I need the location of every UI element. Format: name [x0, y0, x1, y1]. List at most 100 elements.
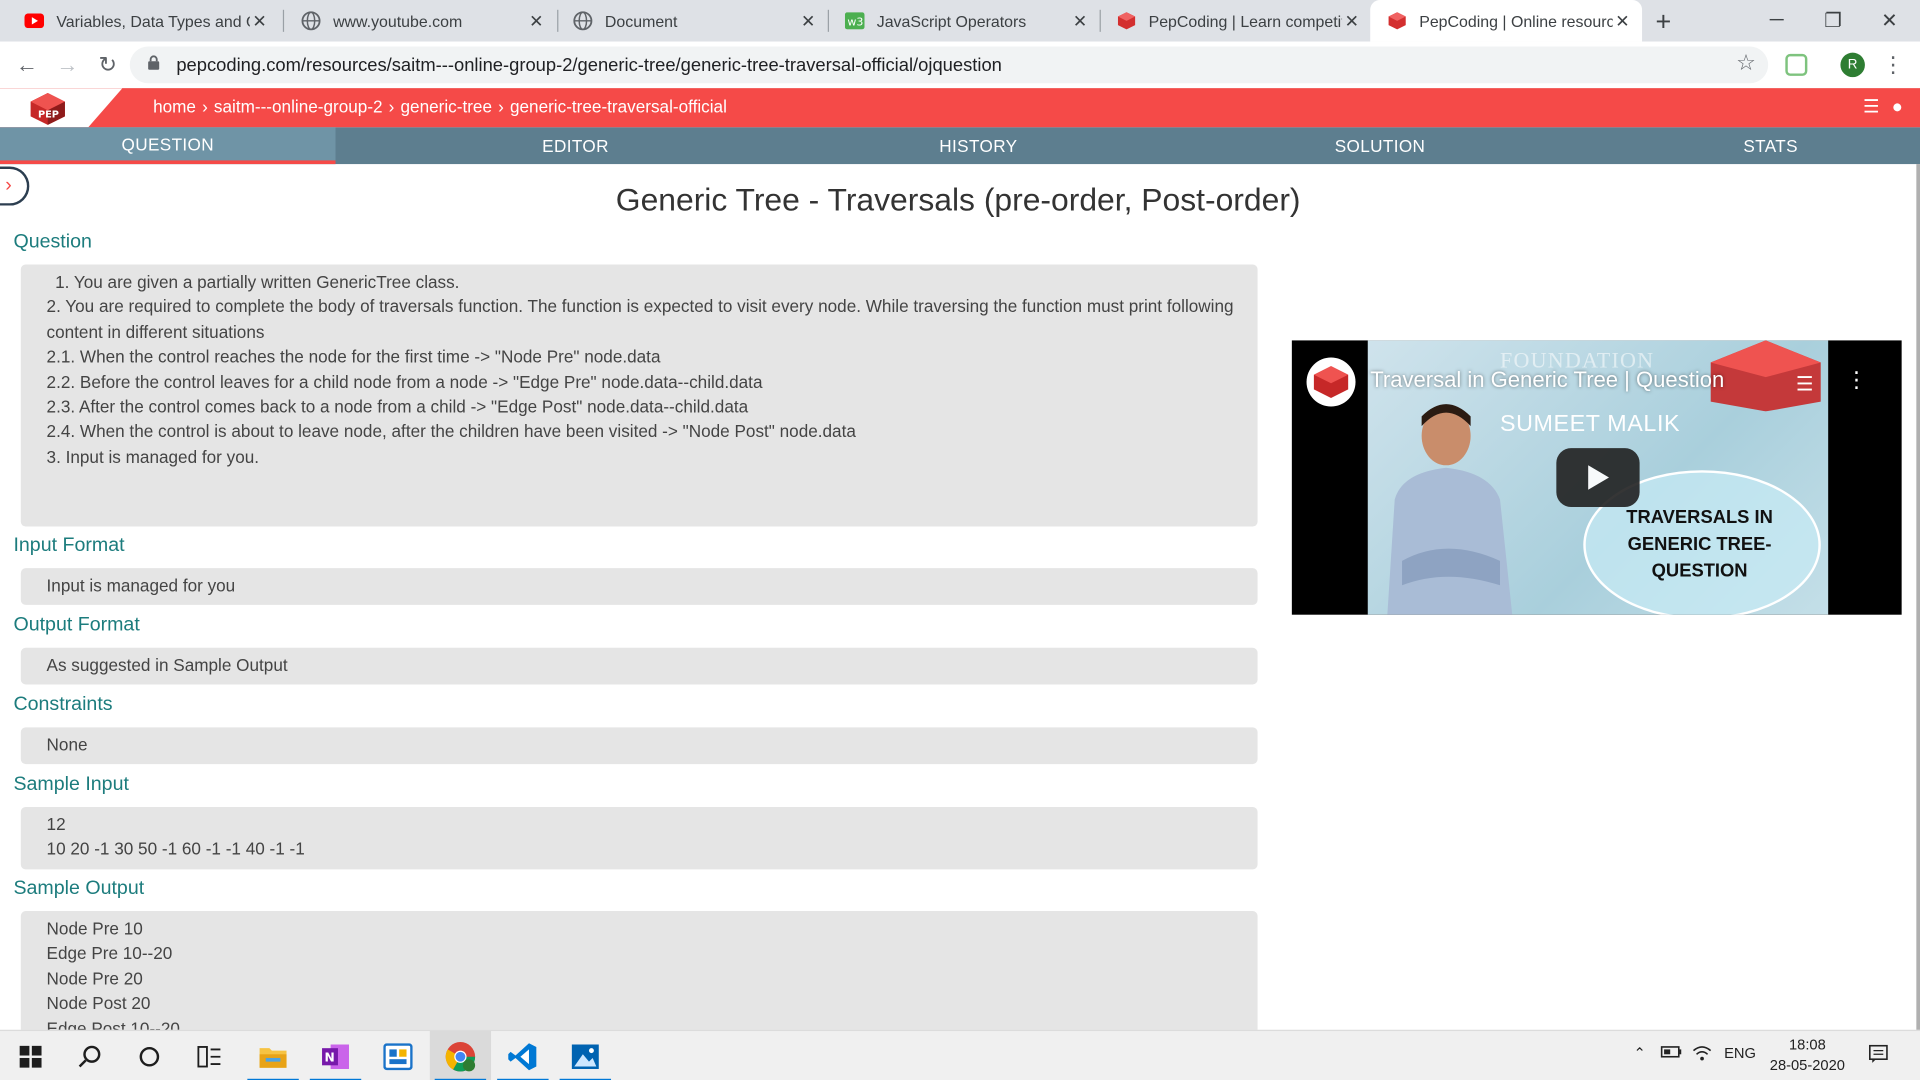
tab-history[interactable]: HISTORY: [813, 127, 1144, 164]
sample-output-line: Node Post 20: [46, 993, 151, 1013]
close-tab-icon[interactable]: ✕: [1342, 10, 1362, 31]
restore-button[interactable]: ❐: [1805, 0, 1861, 42]
constraints-box: None: [20, 727, 1258, 765]
tab-question[interactable]: QUESTION: [0, 127, 336, 165]
breadcrumb-home[interactable]: home: [153, 97, 196, 117]
channel-avatar[interactable]: [1306, 357, 1356, 407]
chrome-icon[interactable]: [429, 1031, 492, 1080]
reload-button[interactable]: ↻: [93, 50, 122, 79]
breadcrumb: home › saitm---online-group-2 › generic-tree…: [153, 97, 732, 117]
breadcrumb-topic[interactable]: generic-tree: [401, 97, 492, 117]
sample-input-line: 10 20 -1 30 50 -1 60 -1 -1 40 -1 -1: [46, 839, 305, 859]
play-button[interactable]: [1556, 448, 1640, 507]
overlay-line: TRAVERSALS IN: [1626, 506, 1773, 528]
close-tab-icon[interactable]: ✕: [527, 10, 547, 31]
screen: Variables, Data Types and Op ✕ www.youtu…: [0, 0, 1920, 1080]
tab-title: PepCoding | Learn competiti: [1148, 11, 1343, 31]
sway-app-icon[interactable]: [367, 1031, 428, 1080]
browser-tab[interactable]: PepCoding | Learn competiti ✕: [1100, 0, 1372, 42]
pepcoding-logo[interactable]: PEP: [29, 92, 66, 132]
language-indicator[interactable]: ENG: [1724, 1044, 1756, 1061]
question-line: 2.4. When the control is about to leave …: [46, 421, 856, 442]
close-tab-icon[interactable]: ✕: [250, 10, 270, 31]
output-format-text: As suggested in Sample Output: [46, 655, 288, 675]
user-icon[interactable]: ●: [1892, 97, 1903, 118]
back-button[interactable]: ←: [12, 50, 41, 79]
browser-tab[interactable]: www.youtube.com ✕: [284, 0, 556, 42]
breadcrumb-group[interactable]: saitm---online-group-2: [214, 97, 383, 117]
browser-tab[interactable]: Document ✕: [556, 0, 828, 42]
bookmark-star-icon[interactable]: ☆: [1736, 50, 1756, 76]
browser-menu-icon[interactable]: ⋮: [1878, 50, 1907, 79]
tab-solution[interactable]: SOLUTION: [1215, 127, 1546, 164]
close-tab-icon[interactable]: ✕: [798, 10, 818, 31]
address-bar[interactable]: pepcoding.com/resources/saitm---online-g…: [129, 46, 1769, 84]
list-icon[interactable]: ☰: [1863, 97, 1879, 118]
content-tabs: QUESTION EDITOR HISTORY SOLUTION STATS: [0, 127, 1920, 165]
overlay-line: QUESTION: [1651, 560, 1748, 582]
clock-date: 28-05-2020: [1769, 1056, 1845, 1074]
browser-tab[interactable]: w3 JavaScript Operators ✕: [828, 0, 1100, 42]
system-clock[interactable]: 18:08 28-05-2020: [1763, 1035, 1851, 1077]
battery-icon[interactable]: [1660, 1044, 1682, 1062]
site-header: PEP home › saitm---online-group-2 › generic-…: [0, 88, 1920, 128]
tab-title: JavaScript Operators: [876, 11, 1027, 31]
pepcoding-icon: [1387, 11, 1407, 31]
video-presenter-name: SUMEET MALIK: [1500, 411, 1681, 438]
cortana-icon[interactable]: [119, 1031, 180, 1080]
overlay-line: GENERIC TREE-: [1627, 533, 1772, 555]
sample-input-label: Sample Input: [13, 773, 129, 795]
play-icon: [1588, 465, 1609, 490]
sample-input-box: 12 10 20 -1 30 50 -1 60 -1 -1 40 -1 -1: [20, 806, 1258, 870]
onenote-icon[interactable]: N: [305, 1031, 366, 1080]
playlist-icon[interactable]: ☰: [1796, 372, 1814, 396]
tab-stats[interactable]: STATS: [1607, 127, 1920, 164]
extension-icon[interactable]: [1785, 53, 1808, 76]
breadcrumb-current[interactable]: generic-tree-traversal-official: [510, 97, 727, 117]
video-player[interactable]: FOUNDATION SUMEET MALIK Traversal in Gen…: [1291, 340, 1902, 615]
close-tab-icon[interactable]: ✕: [1070, 10, 1090, 31]
output-format-box: As suggested in Sample Output: [20, 647, 1258, 685]
minimize-button[interactable]: ─: [1749, 0, 1805, 42]
new-tab-button[interactable]: +: [1656, 6, 1672, 38]
browser-tab-active[interactable]: PepCoding | Online resource ✕: [1370, 0, 1643, 42]
forward-button[interactable]: →: [53, 50, 82, 79]
notifications-icon[interactable]: [1869, 1044, 1889, 1067]
question-line: 2.1. When the control reaches the node f…: [46, 346, 661, 367]
globe-icon: [573, 11, 593, 31]
header-icons: ☰ ●: [1863, 96, 1903, 118]
page-scrollbar[interactable]: [1916, 164, 1920, 1034]
page-title: Generic Tree - Traversals (pre-order, Po…: [615, 181, 1301, 218]
profile-avatar[interactable]: R: [1840, 52, 1865, 78]
input-format-text: Input is managed for you: [46, 575, 236, 596]
vscode-icon[interactable]: [492, 1031, 553, 1080]
photos-icon[interactable]: [555, 1031, 616, 1080]
youtube-icon: [24, 11, 45, 31]
video-title[interactable]: Traversal in Generic Tree | Question: [1370, 367, 1724, 393]
windows-start-icon[interactable]: [0, 1031, 61, 1080]
sample-output-line: Node Pre 20: [46, 968, 143, 988]
browser-tab[interactable]: Variables, Data Types and Op ✕: [7, 0, 279, 42]
close-window-button[interactable]: ✕: [1861, 0, 1917, 42]
tab-title: PepCoding | Online resource: [1419, 11, 1613, 31]
question-label: Question: [13, 231, 92, 253]
input-format-label: Input Format: [13, 535, 125, 556]
file-explorer-icon[interactable]: [242, 1031, 303, 1080]
chevron-right-icon: ›: [202, 96, 208, 117]
url-text: pepcoding.com/resources/saitm---online-g…: [176, 55, 1002, 76]
chevron-right-icon: ›: [498, 96, 504, 117]
close-tab-icon[interactable]: ✕: [1613, 10, 1633, 31]
question-line: 2. You are required to complete the body…: [46, 296, 1234, 342]
task-view-icon[interactable]: [179, 1031, 240, 1080]
search-icon[interactable]: [59, 1031, 120, 1080]
w3schools-icon: w3: [844, 11, 865, 31]
pepcoding-icon: [1117, 11, 1137, 31]
browser-toolbar: ← → ↻ pepcoding.com/resources/saitm---on…: [0, 41, 1920, 90]
globe-icon: [301, 11, 321, 31]
show-hidden-icons-chevron-up-icon[interactable]: ⌃: [1633, 1044, 1645, 1061]
wifi-icon[interactable]: [1692, 1044, 1712, 1065]
video-menu-icon[interactable]: ⋮: [1845, 367, 1867, 393]
tab-editor[interactable]: EDITOR: [409, 127, 742, 164]
clock-time: 18:08: [1788, 1035, 1826, 1054]
svg-text:N: N: [324, 1050, 334, 1064]
